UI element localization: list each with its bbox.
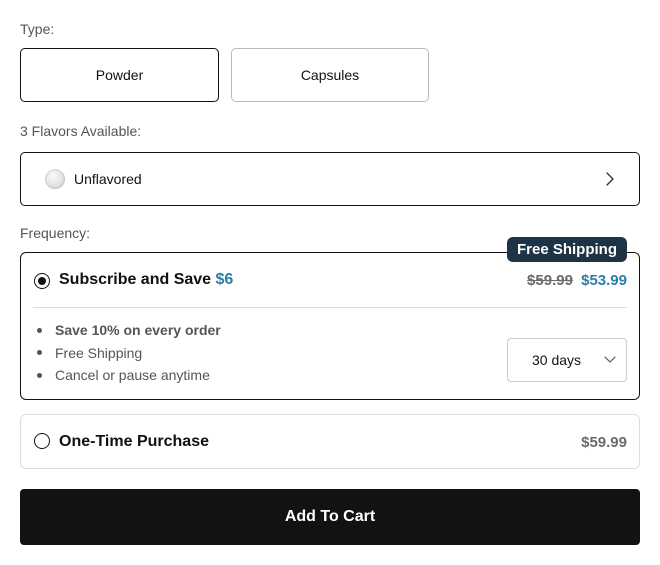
type-option-powder[interactable]: Powder [20, 48, 219, 102]
flavor-swatch [45, 169, 65, 189]
free-shipping-badge: Free Shipping [506, 237, 627, 262]
subscribe-price: $59.99 $53.99 [527, 272, 627, 289]
flavor-selector[interactable]: Unflavored [20, 152, 640, 206]
subscribe-radio[interactable] [34, 273, 50, 289]
frequency-dropdown[interactable]: 30 days [507, 338, 627, 382]
one-time-radio[interactable] [34, 433, 50, 449]
subscription-price: $53.99 [581, 272, 627, 289]
add-to-cart-button[interactable]: Add To Cart [20, 489, 640, 545]
bullet [37, 327, 42, 333]
frequency-label: Frequency: [20, 225, 91, 241]
original-price: $59.99 [527, 272, 573, 289]
divider [33, 307, 627, 308]
one-time-price: $59.99 [581, 434, 627, 451]
benefits-list: Save 10% on every order Free Shipping Ca… [35, 319, 221, 387]
flavors-label: 3 Flavors Available: [20, 123, 142, 139]
type-option-label: Capsules [300, 67, 360, 83]
add-to-cart-label: Add To Cart [284, 508, 376, 525]
one-time-title: One-Time Purchase [59, 433, 209, 450]
type-option-label: Powder [95, 67, 144, 83]
type-option-capsules[interactable]: Capsules [231, 48, 429, 102]
bullet [37, 350, 42, 356]
type-label: Type: [20, 21, 55, 37]
subscribe-title-text: Subscribe and Save [59, 271, 212, 288]
subscribe-title: Subscribe and Save $6 [59, 271, 233, 289]
benefit-text: Free Shipping [55, 344, 143, 361]
subscribe-option-card[interactable]: Free Shipping Subscribe and Save $6 $59.… [20, 237, 640, 400]
benefit-item: Cancel or pause anytime [35, 364, 221, 387]
flavor-name: Unflavored [74, 171, 142, 187]
benefit-item: Save 10% on every order [35, 319, 221, 342]
chevron-down-icon [604, 356, 616, 363]
subscribe-savings: $6 [215, 271, 234, 288]
benefit-item: Free Shipping [35, 342, 221, 365]
chevron-right-icon [606, 172, 614, 186]
benefit-text: Save 10% on every order [55, 322, 221, 339]
frequency-value: 30 days [532, 352, 582, 368]
bullet [37, 372, 42, 378]
benefit-text: Cancel or pause anytime [55, 367, 210, 384]
one-time-option-card[interactable]: One-Time Purchase $59.99 [20, 414, 640, 469]
